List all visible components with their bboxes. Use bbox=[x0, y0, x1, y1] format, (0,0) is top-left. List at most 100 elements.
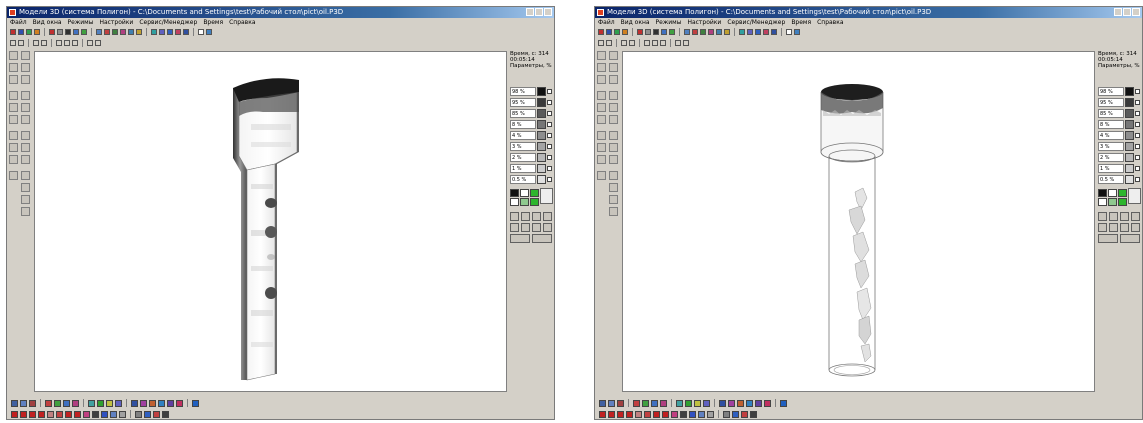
layers-icon[interactable] bbox=[1131, 212, 1140, 221]
section-x-icon[interactable] bbox=[56, 40, 62, 46]
color-icon[interactable] bbox=[153, 410, 160, 418]
color-icon[interactable] bbox=[38, 410, 45, 418]
arrow-left-icon[interactable] bbox=[609, 51, 618, 60]
color-icon[interactable] bbox=[698, 410, 705, 418]
mode-icon[interactable] bbox=[633, 399, 640, 407]
cut-tool-icon[interactable] bbox=[9, 155, 18, 164]
rotate-cw-icon[interactable] bbox=[21, 115, 30, 124]
move-tool-icon[interactable] bbox=[9, 51, 18, 60]
color-icon[interactable] bbox=[56, 410, 63, 418]
dots-grid-icon[interactable] bbox=[609, 195, 618, 204]
legend-swatch[interactable] bbox=[1125, 142, 1134, 151]
legend-swatch[interactable] bbox=[1125, 153, 1134, 162]
legend-value[interactable]: 98 % bbox=[1098, 87, 1124, 96]
mode-icon[interactable] bbox=[660, 399, 667, 407]
color-icon[interactable] bbox=[626, 410, 633, 418]
mode-icon[interactable] bbox=[140, 399, 147, 407]
legend-value[interactable]: 95 % bbox=[510, 98, 536, 107]
render-icon[interactable] bbox=[532, 223, 541, 232]
legend-value[interactable]: 85 % bbox=[1098, 109, 1124, 118]
mode-icon[interactable] bbox=[780, 399, 787, 407]
delete-icon[interactable] bbox=[637, 29, 643, 35]
scale-icon[interactable] bbox=[159, 29, 165, 35]
dots-icon[interactable] bbox=[21, 171, 30, 180]
legend-swatch[interactable] bbox=[1125, 175, 1134, 184]
open-icon[interactable] bbox=[606, 29, 612, 35]
stop-icon[interactable] bbox=[1120, 234, 1140, 243]
legend-checkbox[interactable] bbox=[1135, 166, 1140, 171]
menu-view[interactable]: Вид окна bbox=[33, 18, 62, 27]
color-swatch[interactable] bbox=[520, 198, 529, 206]
menu-help[interactable]: Справка bbox=[229, 18, 255, 27]
mode-icon[interactable] bbox=[676, 399, 683, 407]
fit-view-icon[interactable] bbox=[510, 212, 519, 221]
cross-icon[interactable] bbox=[21, 183, 30, 192]
light-icon[interactable] bbox=[724, 29, 730, 35]
mode-icon[interactable] bbox=[755, 399, 762, 407]
fit-view-icon[interactable] bbox=[1098, 212, 1107, 221]
grid-small-icon[interactable] bbox=[21, 131, 30, 140]
mode-icon[interactable] bbox=[97, 399, 104, 407]
color-swatch[interactable] bbox=[530, 189, 539, 197]
mesh-icon[interactable] bbox=[112, 29, 118, 35]
chart-icon[interactable] bbox=[128, 29, 134, 35]
legend-swatch[interactable] bbox=[1125, 164, 1134, 173]
wireframe-icon[interactable] bbox=[521, 212, 530, 221]
mode-icon[interactable] bbox=[63, 399, 70, 407]
play-icon[interactable] bbox=[1098, 234, 1118, 243]
rotate-cw-icon[interactable] bbox=[609, 115, 618, 124]
color-icon[interactable] bbox=[65, 410, 72, 418]
select-tool-icon[interactable] bbox=[9, 103, 18, 112]
color-icon[interactable] bbox=[732, 410, 739, 418]
pan-tool-icon[interactable] bbox=[597, 91, 606, 100]
color-swatch[interactable] bbox=[1108, 198, 1117, 206]
legend-value[interactable]: 4 % bbox=[1098, 131, 1124, 140]
legend-swatch[interactable] bbox=[537, 164, 546, 173]
open-icon[interactable] bbox=[18, 29, 24, 35]
view-side-icon[interactable] bbox=[606, 40, 612, 46]
color-icon[interactable] bbox=[144, 410, 151, 418]
print-icon[interactable] bbox=[622, 29, 628, 35]
legend-value[interactable]: 0.5 % bbox=[1098, 175, 1124, 184]
light-tool-icon[interactable] bbox=[9, 131, 18, 140]
mode-icon[interactable] bbox=[651, 399, 658, 407]
legend-checkbox[interactable] bbox=[547, 166, 552, 171]
arrows-horizontal-icon[interactable] bbox=[21, 63, 30, 72]
arrows-horizontal-icon[interactable] bbox=[609, 63, 618, 72]
legend-checkbox[interactable] bbox=[1135, 133, 1140, 138]
legend-checkbox[interactable] bbox=[1135, 177, 1140, 182]
color-icon[interactable] bbox=[671, 410, 678, 418]
info-icon[interactable] bbox=[794, 29, 800, 35]
legend-swatch[interactable] bbox=[1125, 120, 1134, 129]
menu-file[interactable]: Файл bbox=[10, 18, 27, 27]
export-view-icon[interactable] bbox=[1131, 223, 1140, 232]
mode-icon[interactable] bbox=[88, 399, 95, 407]
delete-icon[interactable] bbox=[49, 29, 55, 35]
dots-icon[interactable] bbox=[609, 171, 618, 180]
menu-time[interactable]: Время bbox=[791, 18, 811, 27]
cut-tool-icon[interactable] bbox=[597, 155, 606, 164]
color-icon[interactable] bbox=[644, 410, 651, 418]
grid-medium-icon[interactable] bbox=[21, 143, 30, 152]
mode-icon[interactable] bbox=[192, 399, 199, 407]
rotate-icon[interactable] bbox=[151, 29, 157, 35]
legend-value[interactable]: 98 % bbox=[510, 87, 536, 96]
menu-modes[interactable]: Режимы bbox=[68, 18, 94, 27]
color-swatch[interactable] bbox=[510, 198, 519, 206]
close-button[interactable] bbox=[544, 8, 552, 16]
menu-view[interactable]: Вид окна bbox=[621, 18, 650, 27]
legend-swatch[interactable] bbox=[537, 153, 546, 162]
color-swatch[interactable] bbox=[1118, 198, 1127, 206]
menu-service[interactable]: Сервис/Менеджер bbox=[727, 18, 785, 27]
clipboard-icon[interactable] bbox=[540, 188, 553, 204]
mode-icon[interactable] bbox=[642, 399, 649, 407]
layer-icon[interactable] bbox=[684, 29, 690, 35]
legend-value[interactable]: 1 % bbox=[1098, 164, 1124, 173]
legend-checkbox[interactable] bbox=[547, 133, 552, 138]
viewport-3d[interactable] bbox=[622, 51, 1095, 392]
legend-checkbox[interactable] bbox=[547, 100, 552, 105]
legend-swatch[interactable] bbox=[1125, 87, 1134, 96]
menu-help[interactable]: Справка bbox=[817, 18, 843, 27]
color-swatch[interactable] bbox=[1108, 189, 1117, 197]
color-icon[interactable] bbox=[47, 410, 54, 418]
